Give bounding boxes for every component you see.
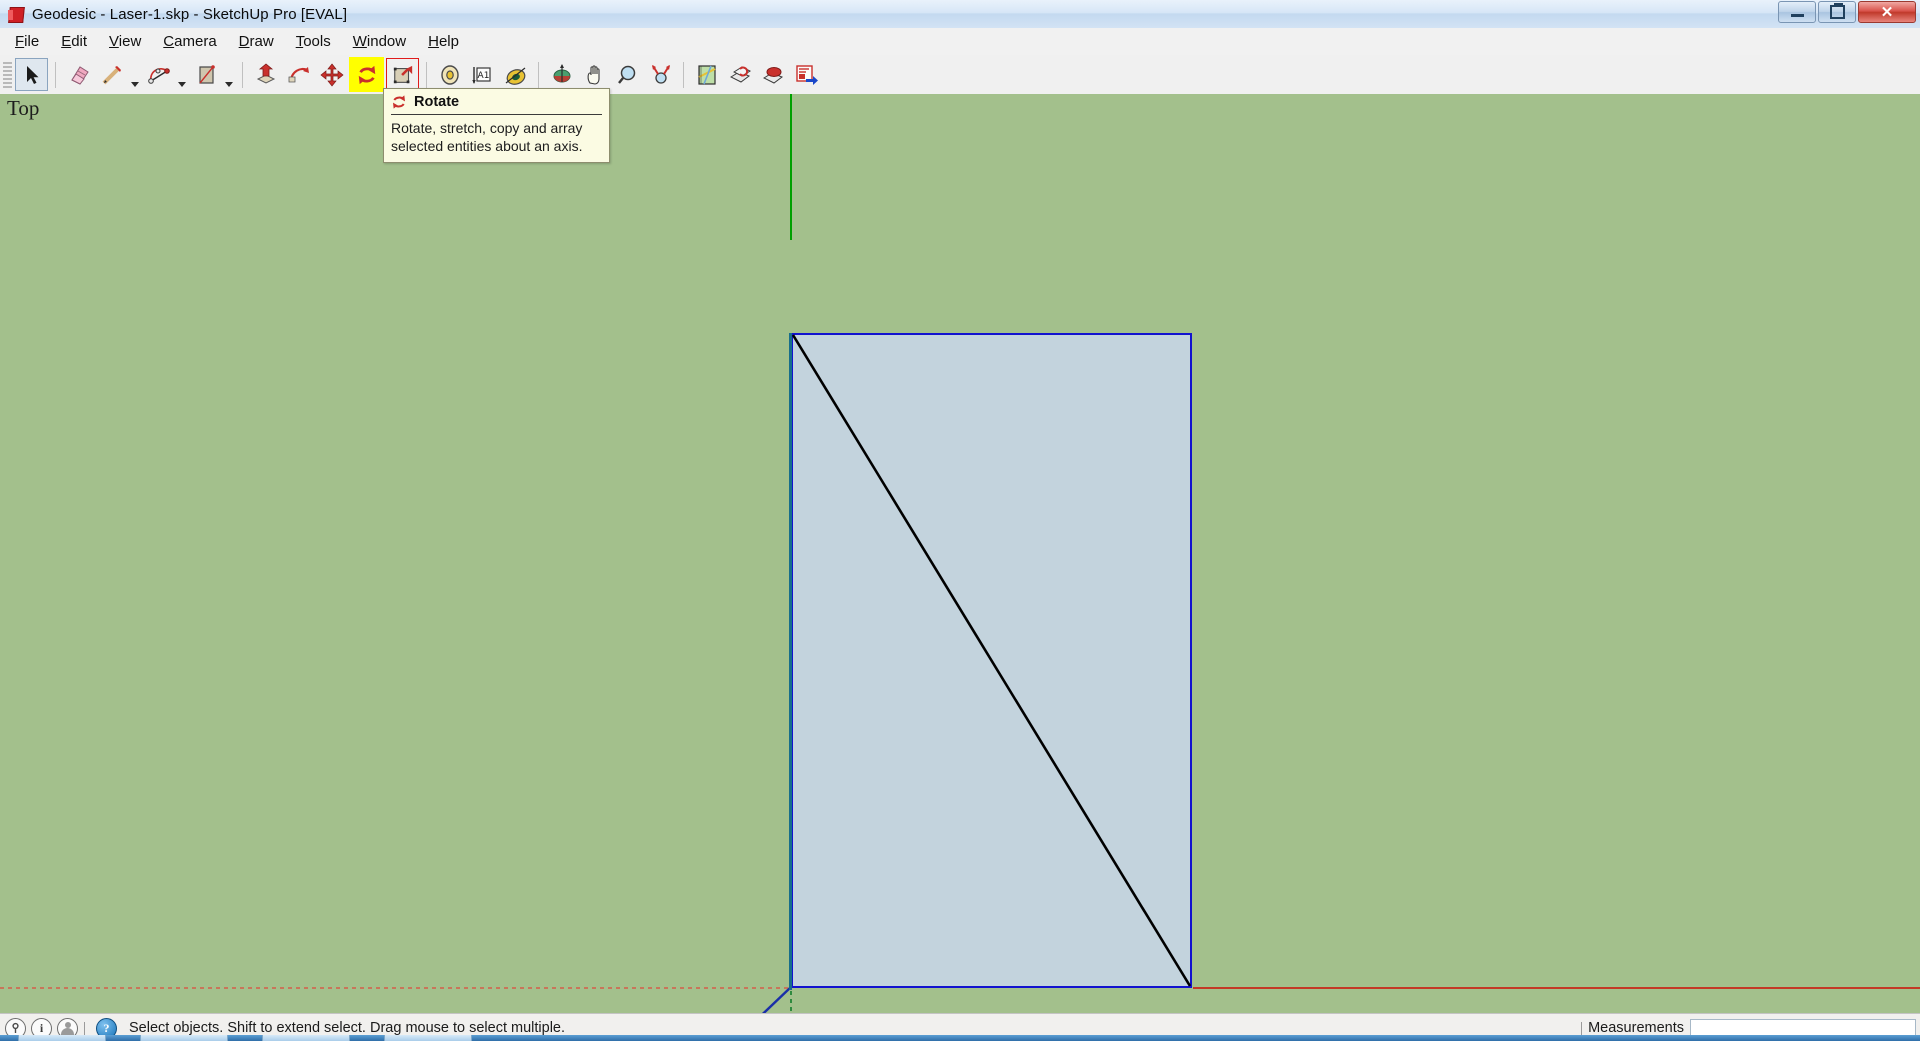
taskbar-item[interactable] [18,1035,106,1041]
minimize-button[interactable] [1778,1,1816,23]
arrow-cursor-icon [21,64,43,86]
red-axis-line [1193,987,1920,989]
zoom-extents-tool-button[interactable] [645,59,676,90]
rectangle-tool-dropdown[interactable] [222,56,236,93]
zoom-tool-button[interactable] [612,59,643,90]
select-tool-button[interactable] [15,58,48,91]
menu-view[interactable]: View [98,30,152,53]
toolbar-separator [55,61,56,88]
move-tool-button[interactable] [316,59,347,90]
move-arrows-icon [319,62,344,87]
menu-window[interactable]: Window [342,30,417,53]
dimension-a1-icon: A1 [471,63,495,87]
protractor-tool-button[interactable] [500,59,531,90]
hand-pan-icon [583,63,607,87]
toolbar-separator [538,61,539,88]
green-axis-line [790,94,792,240]
send-to-layout-icon [794,63,818,87]
toolbar-separator [426,61,427,88]
scale-tool-button[interactable] [386,58,419,91]
sketchup-logo-icon [6,4,26,24]
sketchup-application-window: Geodesic - Laser-1.skp - SketchUp Pro [E… [0,0,1920,1041]
measurements-divider [1581,1021,1583,1035]
dimension-tool-button[interactable]: A1 [467,59,498,90]
pan-tool-button[interactable] [579,59,610,90]
tooltip-divider [391,114,602,115]
model-info-tool-button[interactable] [757,59,788,90]
push-pull-icon [254,62,278,87]
toolbar-grip[interactable] [3,61,12,88]
arc-icon [147,63,171,87]
minimize-icon [1790,14,1804,17]
chevron-down-icon [178,82,186,87]
follow-me-icon [287,63,311,87]
zoom-extents-icon [649,63,673,87]
taskbar-item[interactable] [262,1035,350,1041]
eraser-icon [67,63,91,87]
arc-tool-button[interactable] [143,59,174,90]
tape-measure-icon [438,63,462,87]
eraser-tool-button[interactable] [63,59,94,90]
restore-button[interactable] [1818,1,1856,23]
arc-tool-dropdown[interactable] [175,56,189,93]
toolbar-separator [242,61,243,88]
rotate-icon [391,94,407,110]
menu-draw[interactable]: Draw [228,30,285,53]
menu-edit[interactable]: Edit [50,30,98,53]
view-label: Top [7,96,40,120]
rotate-icon [356,64,378,86]
photo-texture-icon [728,63,752,87]
taskbar-item[interactable] [140,1035,228,1041]
pencil-line-icon [100,63,124,87]
scale-icon [392,64,414,86]
tooltip-description: Rotate, stretch, copy and array selected… [391,120,583,154]
map-location-icon [695,63,719,87]
photo-texture-tool-button[interactable] [724,59,755,90]
toolbar-separator [683,61,684,88]
tape-measure-tool-button[interactable] [434,59,465,90]
warehouse-icon [761,63,785,87]
orbit-tool-button[interactable] [546,59,577,90]
title-bar: Geodesic - Laser-1.skp - SketchUp Pro [E… [0,0,1920,29]
window-controls: ✕ [1778,1,1916,23]
chevron-down-icon [131,82,139,87]
chevron-down-icon [225,82,233,87]
followme-tool-button[interactable] [283,59,314,90]
close-button[interactable]: ✕ [1858,1,1916,23]
status-message: Select objects. Shift to extend select. … [129,1020,566,1036]
svg-text:A1: A1 [477,71,489,81]
measurements-label: Measurements [1588,1020,1684,1036]
menu-file[interactable]: File [4,30,50,53]
model-viewport[interactable]: Top [0,94,1920,1019]
taskbar-item[interactable] [384,1035,472,1041]
main-toolbar: A1 [0,55,1920,95]
geo-location-tool-button[interactable] [691,59,722,90]
orbit-icon [550,63,574,87]
menu-bar: File Edit View Camera Draw Tools Window … [0,28,1920,56]
layout-send-tool-button[interactable] [790,59,821,90]
rectangle-icon [194,63,218,87]
line-tool-button[interactable] [96,59,127,90]
tooltip-header: Rotate [391,94,602,113]
tooltip-title: Rotate [414,94,460,110]
menu-help[interactable]: Help [417,30,470,53]
pushpull-tool-button[interactable] [250,59,281,90]
window-title: Geodesic - Laser-1.skp - SketchUp Pro [E… [32,5,348,23]
status-divider [84,1021,85,1035]
menu-tools[interactable]: Tools [285,30,342,53]
magnifier-icon [616,63,640,87]
rotate-tooltip: Rotate Rotate, stretch, copy and array s… [383,88,610,163]
rectangle-tool-button[interactable] [190,59,221,90]
line-tool-dropdown[interactable] [128,56,142,93]
windows-taskbar[interactable] [0,1035,1920,1041]
rotate-tool-button[interactable] [349,57,384,92]
diagonal-edge[interactable] [791,333,1194,990]
menu-camera[interactable]: Camera [152,30,227,53]
protractor-icon [504,63,528,87]
restore-icon [1829,3,1845,19]
